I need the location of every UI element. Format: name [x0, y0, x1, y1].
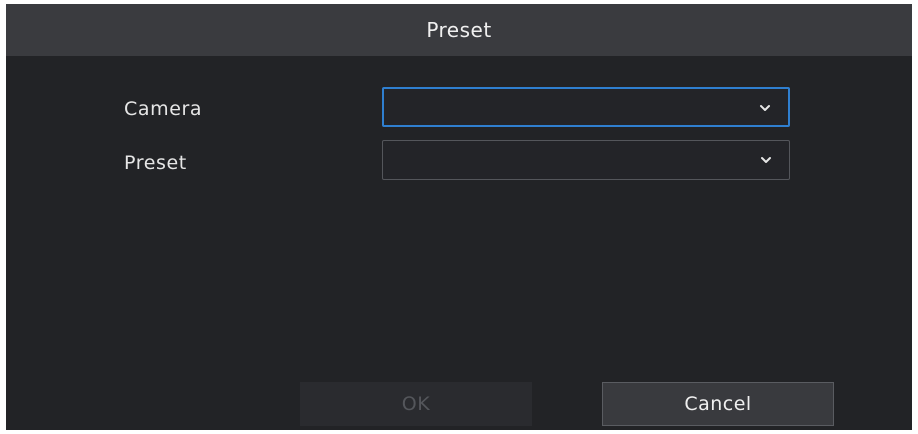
- dialog-titlebar: Preset: [6, 4, 912, 56]
- chevron-down-icon: [760, 105, 770, 111]
- cancel-button[interactable]: Cancel: [602, 382, 834, 426]
- chevron-down-icon: [761, 157, 771, 163]
- preset-select[interactable]: [382, 140, 790, 180]
- camera-label: Camera: [124, 98, 203, 120]
- dialog-title: Preset: [426, 18, 492, 42]
- preset-label: Preset: [124, 152, 187, 174]
- preset-dialog: Preset Camera Preset OK Cancel: [6, 4, 912, 430]
- ok-button[interactable]: OK: [300, 382, 532, 426]
- camera-select[interactable]: [382, 87, 790, 127]
